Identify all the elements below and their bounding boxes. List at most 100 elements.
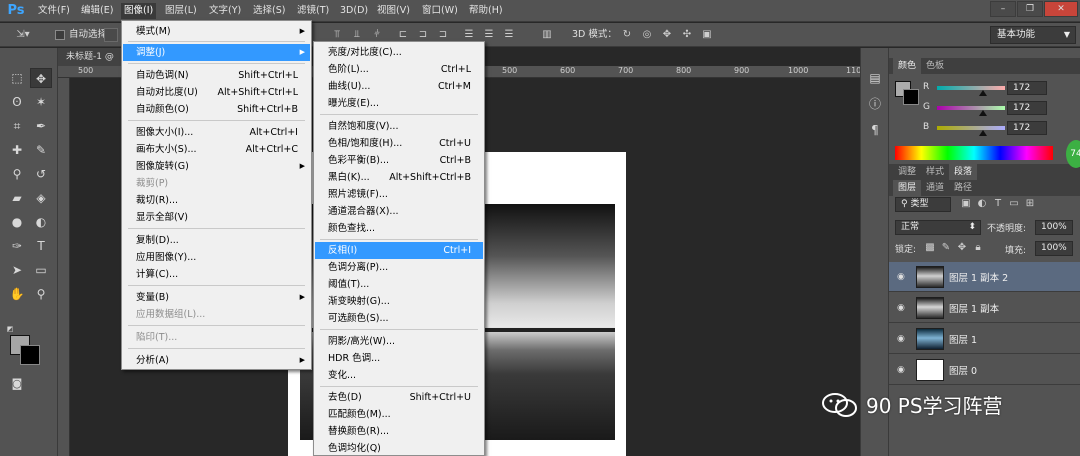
minimize-button[interactable]: – <box>990 1 1016 17</box>
tab-channels[interactable]: 通道 <box>921 180 949 196</box>
close-button[interactable]: ✕ <box>1044 1 1078 17</box>
menu-item-hdr-toning[interactable]: HDR 色调... <box>315 350 483 367</box>
color-background-swatch[interactable] <box>903 89 919 105</box>
menu-item-image-size[interactable]: 图像大小(I)... Alt+Ctrl+I <box>123 124 310 141</box>
menu-view[interactable]: 视图(V) <box>377 3 410 19</box>
menu-type[interactable]: 文字(Y) <box>209 3 241 19</box>
menu-item-auto-tone[interactable]: 自动色调(N) Shift+Ctrl+L <box>123 67 310 84</box>
auto-align-icon[interactable]: ▥ <box>540 29 554 41</box>
menu-item-photo-filter[interactable]: 照片滤镜(F)... <box>315 186 483 203</box>
layer-row[interactable]: ◉ 图层 1 副本 <box>889 293 1080 323</box>
lock-pixels-icon[interactable]: ✎ <box>939 242 953 254</box>
color-spectrum-ramp[interactable] <box>895 146 1053 160</box>
channel-r-input[interactable]: 172 <box>1007 81 1047 95</box>
3d-scale-icon[interactable]: ▣ <box>700 29 714 41</box>
menu-item-apply-image[interactable]: 应用图像(Y)... <box>123 249 310 266</box>
channel-g-slider[interactable] <box>937 106 1005 110</box>
menu-item-auto-color[interactable]: 自动颜色(O) Shift+Ctrl+B <box>123 101 310 118</box>
menu-item-canvas-size[interactable]: 画布大小(S)... Alt+Ctrl+C <box>123 141 310 158</box>
channel-g-slider-handle[interactable] <box>978 110 987 116</box>
tab-swatches[interactable]: 色板 <box>921 58 949 74</box>
blur-tool-icon[interactable]: ● <box>6 212 28 232</box>
clone-stamp-tool-icon[interactable]: ⚲ <box>6 164 28 184</box>
distribute-top-icon[interactable]: ☰ <box>462 29 476 41</box>
filter-shape-icon[interactable]: ▭ <box>1007 198 1021 210</box>
visibility-eye-icon[interactable]: ◉ <box>897 303 905 313</box>
menu-item-adjustments[interactable]: 调整(J) ▶ <box>123 44 310 61</box>
path-selection-tool-icon[interactable]: ➤ <box>6 260 28 280</box>
filter-adjustment-icon[interactable]: ◐ <box>975 198 989 210</box>
menu-item-image-rotation[interactable]: 图像旋转(G) ▶ <box>123 158 310 175</box>
properties-panel-icon[interactable]: ⓘ <box>864 94 886 114</box>
hand-tool-icon[interactable]: ✋ <box>6 284 28 304</box>
menu-item-shadows-highlights[interactable]: 阴影/高光(W)... <box>315 333 483 350</box>
layer-name[interactable]: 图层 0 <box>949 363 977 377</box>
align-vcenter-icon[interactable]: ⫫ <box>350 29 364 41</box>
blend-mode-select[interactable]: 正常 ⬍ <box>895 220 981 235</box>
align-bottom-icon[interactable]: ⫩ <box>370 29 384 41</box>
background-color-swatch[interactable] <box>20 345 40 365</box>
layer-name[interactable]: 图层 1 副本 <box>949 301 999 315</box>
menu-item-calculations[interactable]: 计算(C)... <box>123 266 310 283</box>
menu-help[interactable]: 帮助(H) <box>469 3 503 19</box>
quick-mask-icon[interactable]: ◙ <box>6 374 28 394</box>
move-tool-icon[interactable]: ✥ <box>30 68 52 88</box>
align-top-icon[interactable]: ⫪ <box>330 29 344 41</box>
paint-bucket-tool-icon[interactable]: ◈ <box>30 188 52 208</box>
3d-rotate-icon[interactable]: ↻ <box>620 29 634 41</box>
menu-item-reveal-all[interactable]: 显示全部(V) <box>123 209 310 226</box>
menu-item-variations[interactable]: 变化... <box>315 367 483 384</box>
restore-button[interactable]: ❐ <box>1017 1 1043 17</box>
opacity-input[interactable]: 100% <box>1035 220 1073 235</box>
menu-item-match-color[interactable]: 匹配颜色(M)... <box>315 406 483 423</box>
menu-item-replace-color[interactable]: 替换颜色(R)... <box>315 423 483 440</box>
tab-paths[interactable]: 路径 <box>949 180 977 196</box>
layer-name[interactable]: 图层 1 副本 2 <box>949 270 1008 284</box>
menu-item-invert[interactable]: 反相(I) Ctrl+I <box>315 242 483 259</box>
auto-select-checkbox[interactable] <box>55 30 65 40</box>
menu-item-hue-saturation[interactable]: 色相/饱和度(H)... Ctrl+U <box>315 135 483 152</box>
eraser-tool-icon[interactable]: ▰ <box>6 188 28 208</box>
lock-position-icon[interactable]: ✥ <box>955 242 969 254</box>
menu-layer[interactable]: 图层(L) <box>165 3 197 19</box>
filter-smart-object-icon[interactable]: ⊞ <box>1023 198 1037 210</box>
menu-item-variables[interactable]: 变量(B) ▶ <box>123 289 310 306</box>
menu-item-levels[interactable]: 色阶(L)... Ctrl+L <box>315 61 483 78</box>
tab-styles[interactable]: 样式 <box>921 164 949 180</box>
3d-slide-icon[interactable]: ✣ <box>680 29 694 41</box>
menu-select[interactable]: 选择(S) <box>253 3 285 19</box>
tab-adjustments[interactable]: 调整 <box>893 164 921 180</box>
lock-transparent-icon[interactable]: ▩ <box>923 242 937 254</box>
channel-r-slider[interactable] <box>937 86 1005 90</box>
align-right-icon[interactable]: ⊐ <box>436 29 450 41</box>
layer-row[interactable]: ◉ 图层 1 <box>889 324 1080 354</box>
magic-wand-tool-icon[interactable]: ✶ <box>30 92 52 112</box>
tab-paragraph[interactable]: 段落 <box>949 164 978 180</box>
document-tab[interactable]: 未标题-1 @ <box>58 48 126 66</box>
distribute-bottom-icon[interactable]: ☰ <box>502 29 516 41</box>
menu-window[interactable]: 窗口(W) <box>422 3 458 19</box>
type-tool-icon[interactable]: T <box>30 236 52 256</box>
paragraph-panel-icon[interactable]: ¶ <box>864 120 886 140</box>
menu-item-duplicate[interactable]: 复制(D)... <box>123 232 310 249</box>
menu-item-trim[interactable]: 裁切(R)... <box>123 192 310 209</box>
menu-item-auto-contrast[interactable]: 自动对比度(U) Alt+Shift+Ctrl+L <box>123 84 310 101</box>
history-brush-tool-icon[interactable]: ↺ <box>30 164 52 184</box>
filter-type-icon[interactable]: T <box>991 198 1005 210</box>
visibility-eye-icon[interactable]: ◉ <box>897 272 905 282</box>
move-tool-preset-icon[interactable]: ⇲▾ <box>10 29 36 41</box>
menu-item-channel-mixer[interactable]: 通道混合器(X)... <box>315 203 483 220</box>
rectangle-tool-icon[interactable]: ▭ <box>30 260 52 280</box>
align-option-button[interactable] <box>104 28 118 42</box>
zoom-tool-icon[interactable]: ⚲ <box>30 284 52 304</box>
dodge-tool-icon[interactable]: ◐ <box>30 212 52 232</box>
menu-item-analysis[interactable]: 分析(A) ▶ <box>123 352 310 369</box>
menu-item-selective-color[interactable]: 可选颜色(S)... <box>315 310 483 327</box>
default-colors-icon[interactable]: ◩ <box>4 324 16 334</box>
distribute-vcenter-icon[interactable]: ☰ <box>482 29 496 41</box>
lasso-tool-icon[interactable]: ʘ <box>6 92 28 112</box>
visibility-eye-icon[interactable]: ◉ <box>897 334 905 344</box>
menu-filter[interactable]: 滤镜(T) <box>297 3 329 19</box>
menu-edit[interactable]: 编辑(E) <box>81 3 113 19</box>
tab-layers[interactable]: 图层 <box>893 180 922 196</box>
